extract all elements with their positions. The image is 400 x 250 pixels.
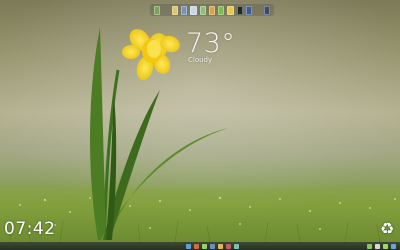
- tray-icon-f[interactable]: [226, 243, 231, 249]
- app-icon-9[interactable]: [236, 5, 243, 15]
- desktop-clock: 07:42: [4, 219, 56, 239]
- app-icon-11[interactable]: [263, 5, 271, 15]
- app-icon-3[interactable]: [181, 5, 188, 15]
- tray-icon-e[interactable]: [218, 243, 223, 249]
- tray-icon-a[interactable]: [186, 243, 191, 249]
- tray-icon-c[interactable]: [202, 243, 207, 249]
- grass-field: [0, 188, 400, 243]
- app-icon-10[interactable]: [245, 5, 253, 15]
- app-icon-2[interactable]: [171, 5, 179, 15]
- app-icon-5[interactable]: [199, 5, 206, 15]
- app-icon-1[interactable]: [154, 5, 161, 15]
- app-dock: [150, 4, 274, 16]
- taskbar-quick-icons: [186, 242, 239, 250]
- tray-icon-g[interactable]: [234, 243, 239, 249]
- tray-icon-d[interactable]: [210, 243, 215, 249]
- app-icon-6[interactable]: [208, 5, 216, 15]
- weather-widget[interactable]: 73° Cloudy: [186, 30, 235, 64]
- app-icon-4[interactable]: [190, 5, 197, 15]
- volume-icon[interactable]: [375, 243, 380, 249]
- system-tray: [367, 242, 396, 250]
- network-icon[interactable]: [367, 243, 372, 249]
- app-icon-8[interactable]: [227, 5, 234, 15]
- temperature-readout: 73°: [186, 28, 236, 59]
- shield-icon[interactable]: [391, 243, 396, 249]
- battery-icon[interactable]: [383, 243, 388, 249]
- recycle-bin-icon[interactable]: ♻: [378, 220, 396, 238]
- app-icon-7[interactable]: [218, 5, 225, 15]
- taskbar: [0, 242, 400, 250]
- tray-icon-b[interactable]: [194, 243, 199, 249]
